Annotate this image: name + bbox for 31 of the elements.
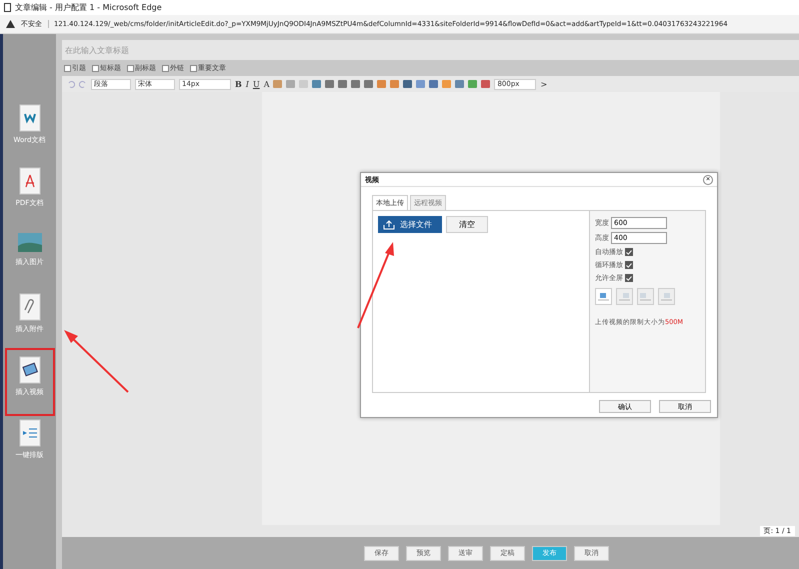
underline-button[interactable]: U [252,80,260,88]
undo-icon[interactable] [67,80,75,88]
more-button[interactable]: > [540,80,548,88]
clear-button[interactable]: 清空 [446,216,488,233]
image-position-icon [598,292,609,302]
alignment-button[interactable] [595,288,612,305]
checkbox[interactable] [625,248,633,256]
window-title: 文章编辑 - 用户配置 1 - Microsoft Edge [15,2,162,13]
checkbox[interactable] [625,274,633,282]
page-icon [4,3,11,12]
image-position-icon [619,292,630,302]
italic-button[interactable]: I [246,80,249,88]
image-position-icon [661,292,672,302]
checkbox[interactable] [625,261,633,269]
video-document-icon [18,356,42,384]
word-document-icon [18,104,42,132]
annotation-arrow [64,330,129,393]
bold-button[interactable]: B [235,79,242,89]
alignment-button[interactable] [637,288,654,305]
layout-document-icon [18,419,42,447]
upload-icon [383,220,395,230]
choose-file-button[interactable]: 选择文件 [378,216,442,233]
alignment-button[interactable] [616,288,633,305]
image-position-icon [640,292,651,302]
pdf-document-icon [18,167,42,195]
title-input-field[interactable]: 在此输入文章标题 [62,40,799,60]
font-color-button[interactable]: A [264,80,270,88]
attachment-document-icon [18,293,42,321]
alignment-button[interactable] [658,288,675,305]
warning-icon [6,20,15,28]
redo-icon[interactable] [79,80,87,88]
